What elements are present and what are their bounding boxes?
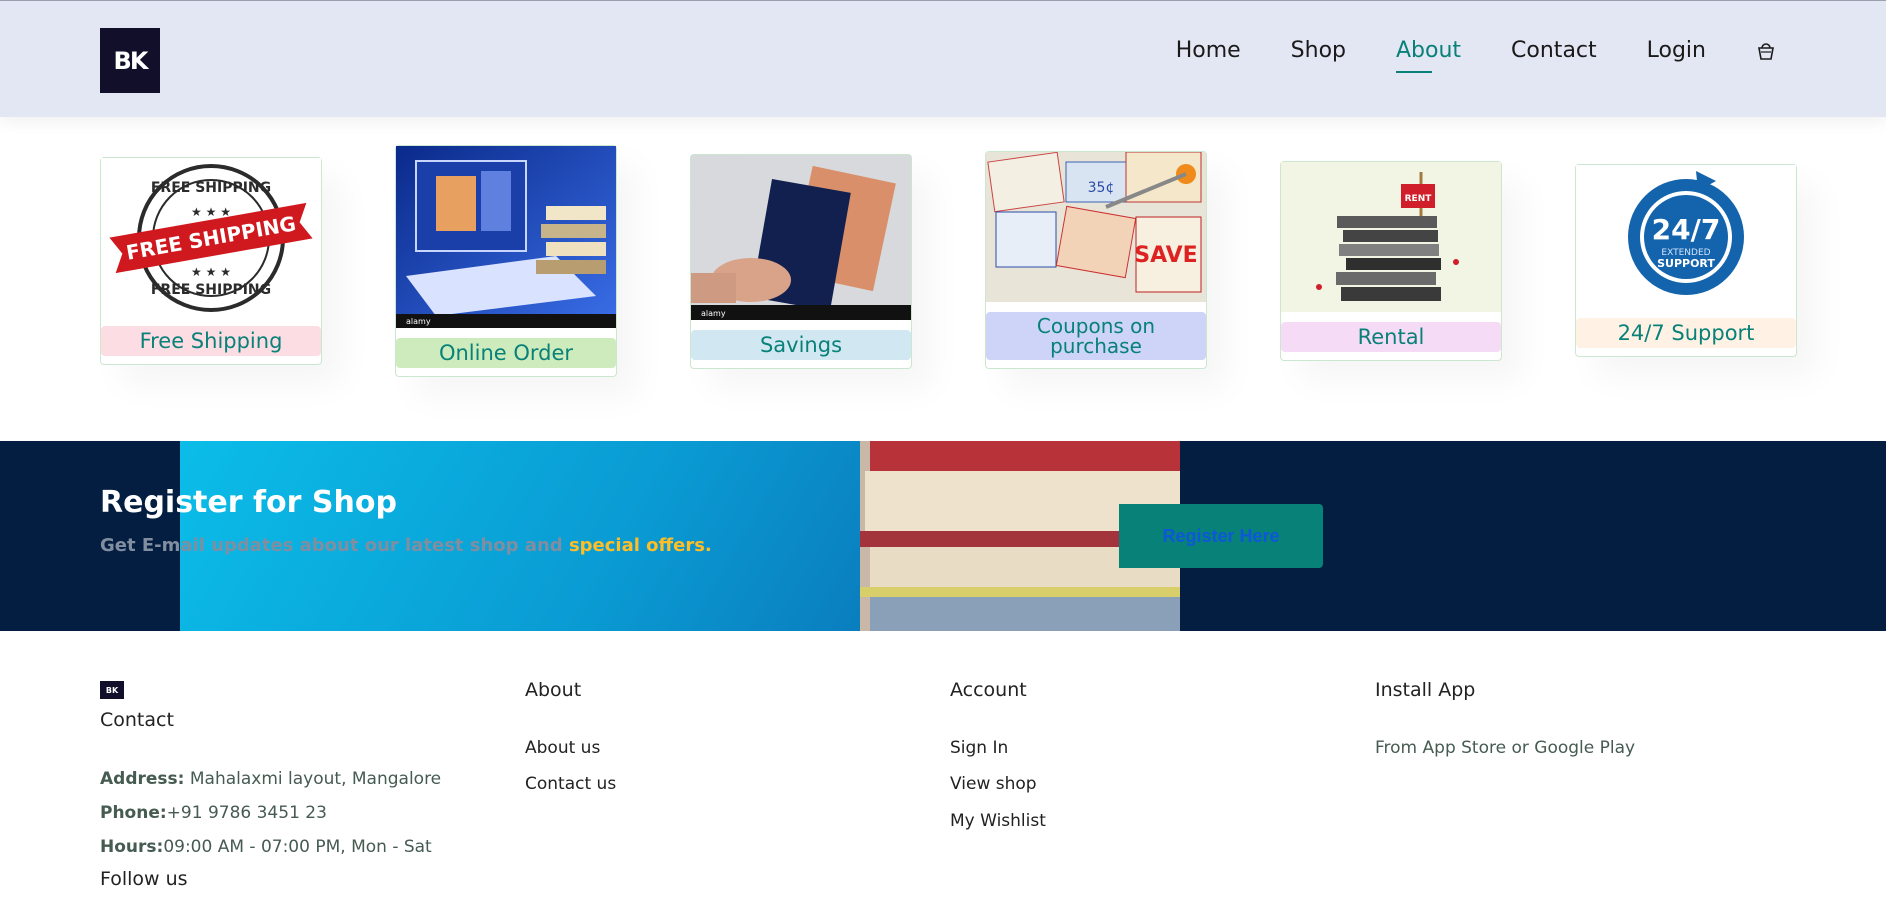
feature-label: Online Order [396,338,616,368]
feature-card-online-order[interactable]: alamy Online Order [395,145,617,377]
feature-card-support[interactable]: 24/7 EXTENDED SUPPORT 24/7 Support [1575,164,1797,357]
phone-value: +91 9786 3451 23 [166,803,327,823]
feature-label: Free Shipping [101,326,321,356]
svg-text:alamy: alamy [406,317,431,326]
footer-phone: Phone:+91 9786 3451 23 [100,803,327,823]
svg-text:★ ★ ★: ★ ★ ★ [191,205,231,219]
footer-logo[interactable]: BK [100,681,124,699]
svg-text:35¢: 35¢ [1088,180,1115,196]
footer-link-contact-us[interactable]: Contact us [525,774,616,794]
nav-about[interactable]: About [1396,37,1461,73]
footer-link-view-shop[interactable]: View shop [950,774,1037,794]
support-badge-image: 24/7 EXTENDED SUPPORT [1576,165,1796,308]
nav-shop[interactable]: Shop [1291,37,1346,65]
footer-link-sign-in[interactable]: Sign In [950,738,1008,758]
svg-text:FREE SHIPPING: FREE SHIPPING [151,282,271,298]
book-rental-image: RENT [1281,162,1501,312]
footer-follow-heading: Follow us [100,868,188,890]
svg-text:★ ★ ★: ★ ★ ★ [191,265,231,279]
svg-text:FREE SHIPPING: FREE SHIPPING [151,180,271,196]
footer-contact-heading: Contact [100,709,174,731]
newsletter-highlight: special offers. [568,535,712,556]
coupons-image: SAVE 35¢ [986,152,1206,302]
feature-label: Coupons on purchase [986,312,1206,360]
feature-label: 24/7 Support [1576,318,1796,348]
footer-link-my-wishlist[interactable]: My Wishlist [950,811,1046,831]
svg-text:SAVE: SAVE [1134,243,1197,268]
brand-logo[interactable]: BK [100,28,160,93]
feature-card-free-shipping[interactable]: FREE SHIPPING FREE SHIPPING FREE SHIPPIN… [100,157,322,365]
hours-label: Hours: [100,837,164,857]
nav-login[interactable]: Login [1647,37,1706,65]
free-shipping-badge-image: FREE SHIPPING FREE SHIPPING FREE SHIPPIN… [101,158,321,316]
svg-text:24/7: 24/7 [1652,213,1721,246]
nav-home[interactable]: Home [1176,37,1241,65]
site-header: BK Home Shop About Contact Login [0,0,1886,117]
savings-image: alamy [691,155,911,320]
feature-label: Savings [691,330,911,360]
footer-install-text: From App Store or Google Play [1375,738,1636,758]
hours-value: 09:00 AM - 07:00 PM, Mon - Sat [163,837,432,857]
main-nav: Home Shop About Contact Login [1126,37,1776,73]
svg-text:SUPPORT: SUPPORT [1657,257,1715,270]
feature-label: Rental [1281,322,1501,352]
address-value: Mahalaxmi layout, Mangalore [184,769,442,789]
nav-contact[interactable]: Contact [1511,37,1597,65]
shopping-bag-icon[interactable] [1756,41,1776,61]
newsletter-title: Register for Shop [100,485,397,520]
feature-card-rental[interactable]: RENT Rental [1280,161,1502,361]
address-label: Address: [100,769,185,789]
footer-hours: Hours:09:00 AM - 07:00 PM, Mon - Sat [100,837,432,857]
footer-link-about-us[interactable]: About us [525,738,600,758]
footer-install-heading: Install App [1375,679,1476,701]
register-button[interactable]: Register Here [1119,504,1323,568]
phone-label: Phone: [100,803,167,823]
newsletter-subtitle-text: Get E-mail updates about our latest shop… [100,535,563,556]
online-order-image: alamy [396,146,616,328]
svg-text:alamy: alamy [701,309,726,318]
footer-address: Address: Mahalaxmi layout, Mangalore [100,769,441,789]
feature-card-savings[interactable]: alamy Savings [690,154,912,369]
svg-text:RENT: RENT [1405,194,1433,204]
footer-account-heading: Account [950,679,1027,701]
feature-card-coupons[interactable]: SAVE 35¢ Coupons on purchase [985,151,1207,369]
newsletter-subtitle: Get E-mail updates about our latest shop… [100,535,712,556]
footer-about-heading: About [525,679,582,701]
